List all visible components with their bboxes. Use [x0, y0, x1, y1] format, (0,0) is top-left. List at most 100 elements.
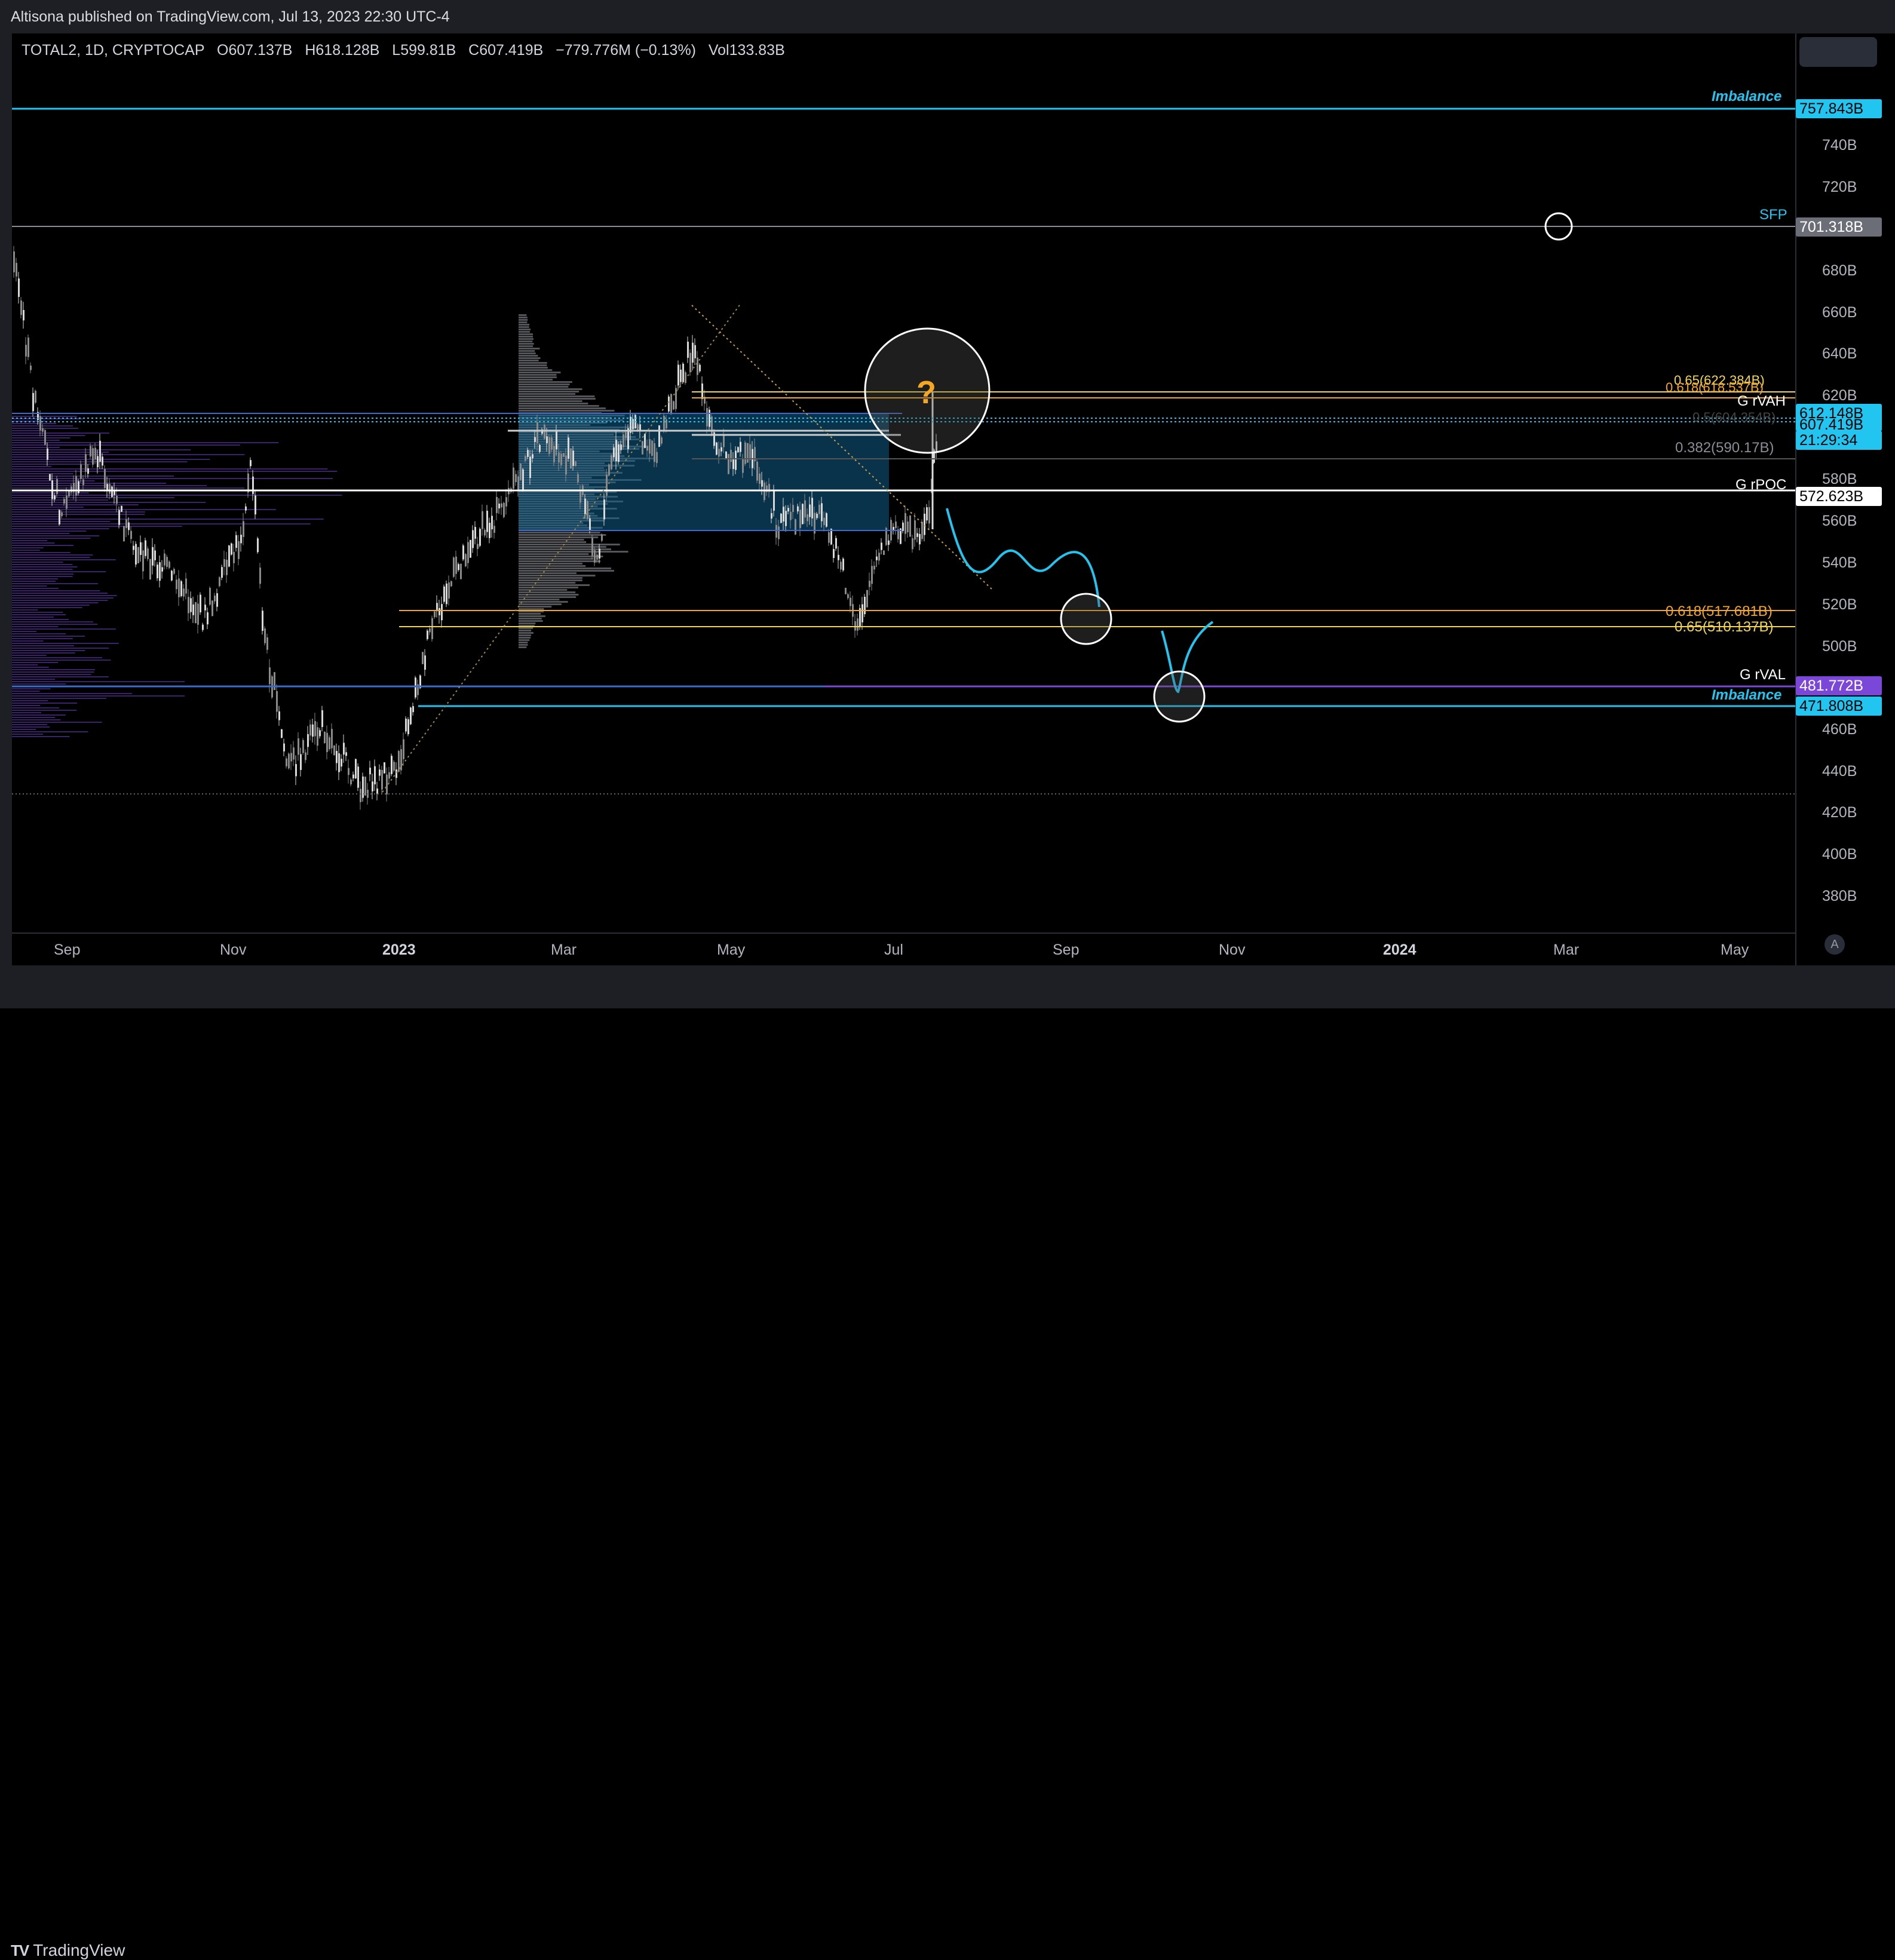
candle-body: [104, 468, 106, 488]
vp-bar: [12, 571, 106, 572]
candle-body: [259, 568, 261, 584]
candle-body: [450, 581, 452, 587]
candle-body: [20, 300, 22, 315]
candle-body: [238, 541, 240, 559]
candle-body: [916, 533, 918, 537]
candle-body: [666, 419, 667, 429]
symbol-title: TOTAL2, 1D, CRYPTOCAP: [22, 42, 205, 59]
candle-body: [558, 452, 560, 463]
candle-body: [919, 533, 921, 545]
candle-body: [56, 479, 58, 494]
candle-body: [257, 538, 259, 553]
vp-bar: [12, 669, 95, 670]
vp-bar: [519, 642, 528, 643]
vp-bar: [12, 636, 85, 637]
candle-body: [314, 721, 316, 737]
candle-body: [49, 474, 51, 481]
candle-body: [601, 535, 603, 541]
candle-body: [620, 444, 622, 450]
auto-scale-button[interactable]: A: [1825, 934, 1845, 955]
scale-settings-button[interactable]: [1799, 37, 1877, 67]
brand-name: TradingView: [33, 1941, 125, 1959]
time-axis[interactable]: [12, 933, 1795, 967]
candle-body: [854, 621, 856, 631]
candle-body: [219, 577, 220, 587]
candle-body: [245, 506, 247, 511]
candle-body: [23, 309, 24, 321]
candle-body: [697, 357, 698, 375]
chart-pane[interactable]: ?: [12, 33, 1795, 933]
time-tick: Jul: [884, 941, 903, 958]
candle-body: [529, 456, 531, 479]
vp-bar: [12, 526, 182, 527]
candle-body: [544, 424, 545, 439]
candle-body: [307, 734, 309, 747]
candle-body: [42, 428, 44, 432]
candle-body: [780, 513, 782, 523]
candle-body: [632, 419, 634, 430]
candle-body: [240, 535, 242, 544]
candle-body: [575, 461, 577, 467]
candle-body: [278, 711, 280, 720]
time-tick: May: [1721, 941, 1749, 958]
candle-body: [171, 570, 173, 581]
candle-body: [152, 547, 154, 566]
vp-bar: [12, 664, 38, 665]
publisher-bar: Altisona published on TradingView.com, J…: [0, 0, 1895, 33]
vp-bar: [519, 379, 553, 381]
candle-body: [178, 578, 180, 597]
candle-body: [78, 481, 79, 493]
candle-body: [441, 604, 443, 621]
vp-bar: [12, 638, 73, 639]
vp-bar: [519, 632, 533, 634]
price-tick: 640B: [1822, 345, 1857, 362]
vp-bar: [12, 695, 185, 697]
candle-body: [209, 588, 211, 605]
candle-body: [587, 501, 588, 519]
vp-bar: [12, 559, 116, 560]
price-tick: 660B: [1822, 304, 1857, 321]
candle-body: [572, 450, 574, 466]
candle-body: [94, 447, 96, 459]
vp-bar: [519, 596, 577, 598]
vp-bar: [519, 606, 552, 608]
vp-bar: [12, 722, 102, 723]
vp-bar: [12, 691, 40, 692]
vp-bar: [12, 612, 63, 613]
vp-bar: [12, 652, 75, 654]
candle-body: [168, 562, 170, 568]
vp-bar: [519, 398, 596, 400]
vp-bar: [12, 471, 338, 472]
imbalance-bottom-label: Imbalance: [1712, 687, 1782, 703]
candle-body: [262, 611, 263, 631]
time-tick: Mar: [1553, 941, 1580, 958]
vp-bar: [519, 372, 561, 373]
vp-bar: [519, 548, 612, 550]
candle-body: [185, 578, 187, 594]
vp-bar: [12, 547, 44, 548]
price-tick: 420B: [1822, 804, 1857, 821]
vp-bar: [12, 619, 69, 620]
candle-body: [728, 454, 729, 474]
candle-body: [548, 437, 550, 454]
tradingview-logo[interactable]: TV TradingView: [11, 1941, 125, 1960]
candle-body: [823, 517, 825, 525]
candle-body: [735, 450, 737, 470]
vp-bar: [519, 613, 541, 615]
vp-bar: [12, 492, 89, 493]
chart-canvas[interactable]: [12, 33, 1795, 933]
candle-body: [850, 597, 851, 606]
level-lines: [12, 108, 1795, 795]
vp-bar: [12, 621, 94, 622]
candle-body: [355, 759, 357, 779]
candle-body: [345, 752, 347, 756]
candle-body: [847, 594, 849, 599]
vp-bar: [12, 605, 90, 606]
candle-body: [833, 548, 835, 559]
vp-bar: [12, 683, 66, 685]
candle-body: [861, 604, 863, 622]
candle-body: [921, 522, 923, 539]
vp-bar: [12, 502, 206, 503]
candle-body: [118, 510, 120, 525]
vp-bar: [519, 627, 533, 629]
